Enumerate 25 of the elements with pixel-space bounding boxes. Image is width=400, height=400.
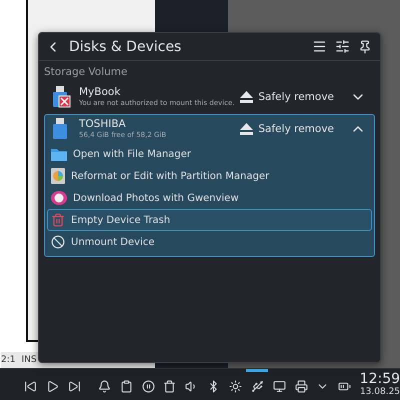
section-heading: Storage Volume <box>44 66 128 78</box>
photo-viewer-icon <box>51 191 67 205</box>
menu-button[interactable] <box>312 39 327 54</box>
folder-icon <box>51 148 67 160</box>
eject-icon <box>240 91 254 103</box>
trash-icon <box>51 213 65 227</box>
disk-pie-icon <box>51 168 65 184</box>
device-action[interactable]: Download Photos with Gwenview <box>47 187 372 209</box>
clock-time: 12:59 <box>360 372 400 387</box>
pin-button[interactable] <box>358 40 372 54</box>
clock-date: 13.08.25 <box>360 387 400 397</box>
eject-icon <box>240 123 254 135</box>
safely-remove-button[interactable]: Safely remove <box>236 91 338 103</box>
settings-button[interactable] <box>335 39 350 54</box>
status-text: 2:1 <box>1 355 16 365</box>
device-action[interactable]: Reformat or Edit with Partition Manager <box>47 165 372 187</box>
device-action[interactable]: Open with File Manager <box>47 143 372 165</box>
safely-remove-button[interactable]: Safely remove <box>236 123 338 135</box>
unmount-icon <box>51 235 65 249</box>
device-name: TOSHIBA <box>79 118 127 130</box>
popup-title: Disks & Devices <box>69 38 182 54</box>
status-text: INS <box>21 355 37 365</box>
device-name: MyBook <box>79 86 122 98</box>
device-action[interactable]: Empty Device Trash <box>47 209 372 231</box>
device-action[interactable]: Unmount Device <box>47 231 372 253</box>
